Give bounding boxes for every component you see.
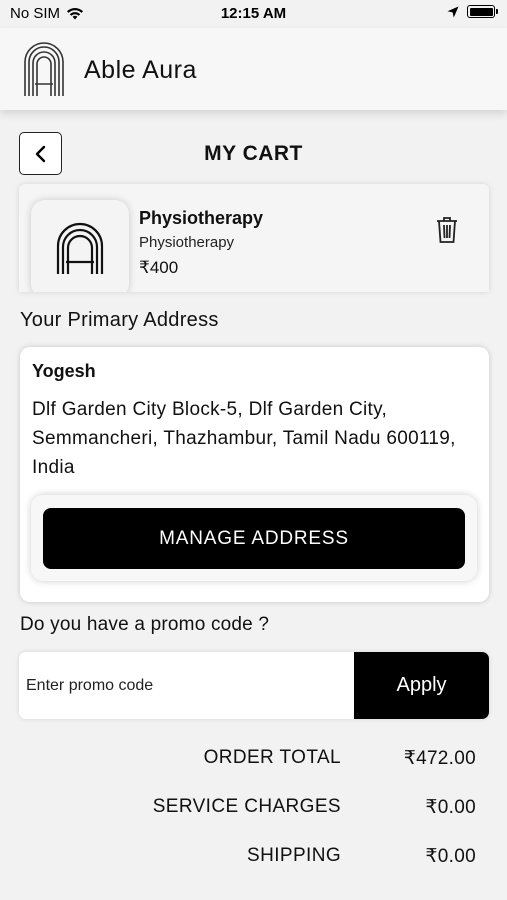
item-price: ₹400 xyxy=(139,258,179,277)
page-title: MY CART xyxy=(204,142,303,165)
address-line: Dlf Garden City Block-5, Dlf Garden City… xyxy=(32,399,456,478)
summary-label: SERVICE CHARGES xyxy=(152,796,341,817)
trash-icon[interactable] xyxy=(435,216,459,244)
item-thumbnail xyxy=(31,200,129,292)
item-logo-icon xyxy=(56,222,104,274)
summary-row-shipping: SHIPPING ₹0.00 xyxy=(0,845,507,873)
app-title: Able Aura xyxy=(84,56,197,84)
summary-value: ₹0.00 xyxy=(425,797,476,818)
status-right xyxy=(447,5,498,18)
address-card: Yogesh Dlf Garden City Block-5, Dlf Gard… xyxy=(20,347,489,602)
summary-value: ₹472.00 xyxy=(403,748,476,769)
promo-code-input[interactable] xyxy=(19,652,354,719)
summary-value: ₹0.00 xyxy=(425,846,476,867)
location-arrow-icon xyxy=(447,6,459,17)
battery-icon xyxy=(467,5,498,18)
manage-address-container: MANAGE ADDRESS xyxy=(31,495,477,581)
item-category: Physiotherapy xyxy=(139,234,235,251)
summary-row-service-charges: SERVICE CHARGES ₹0.00 xyxy=(0,796,507,824)
promo-question: Do you have a promo code ? xyxy=(20,614,270,635)
status-bar: No SIM 12:15 AM xyxy=(0,0,507,28)
apply-button[interactable]: Apply xyxy=(354,652,489,719)
manage-address-button[interactable]: MANAGE ADDRESS xyxy=(43,508,465,569)
status-time: 12:15 AM xyxy=(220,5,287,22)
able-aura-logo xyxy=(24,42,64,96)
address-heading: Your Primary Address xyxy=(20,309,219,331)
summary-label: ORDER TOTAL xyxy=(203,747,341,768)
cart-item: Physiotherapy Physiotherapy ₹400 xyxy=(19,184,489,292)
app-header: Able Aura xyxy=(0,28,507,110)
item-name: Physiotherapy xyxy=(139,208,264,228)
address-name: Yogesh xyxy=(32,361,96,381)
summary-row-order-total: ORDER TOTAL ₹472.00 xyxy=(0,747,507,775)
promo-box: Apply xyxy=(19,652,489,719)
summary-label: SHIPPING xyxy=(247,845,341,866)
